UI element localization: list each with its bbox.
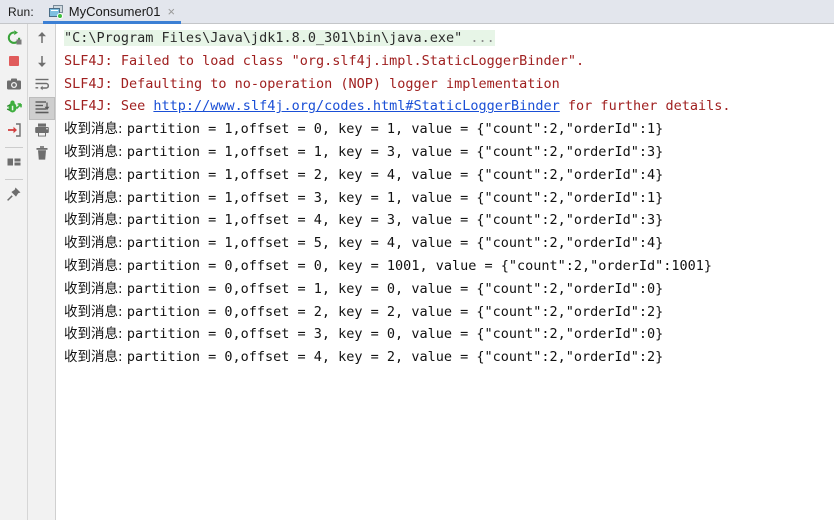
- console-message-prefix: 收到消息:: [64, 189, 127, 206]
- console-message-prefix: 收到消息:: [64, 280, 127, 297]
- console-message-body: partition = 1,offset = 2, key = 4, value…: [126, 166, 664, 183]
- export-button[interactable]: [1, 120, 27, 143]
- console-message-line: 收到消息: partition = 1,offset = 0, key = 1,…: [64, 118, 834, 141]
- console-message-body: partition = 1,offset = 4, key = 3, value…: [126, 212, 664, 229]
- console-message-body: partition = 1,offset = 1, key = 3, value…: [126, 143, 664, 160]
- console-error-line: SLF4J: Failed to load class "org.slf4j.i…: [64, 52, 585, 69]
- console-message-prefix: 收到消息:: [64, 257, 127, 274]
- console-message-prefix: 收到消息:: [64, 212, 127, 229]
- console-message-prefix: 收到消息:: [64, 166, 127, 183]
- console-message-line: 收到消息: partition = 1,offset = 2, key = 4,…: [64, 164, 834, 187]
- console-message-prefix: 收到消息:: [64, 349, 127, 366]
- console-message-line: 收到消息: partition = 1,offset = 5, key = 4,…: [64, 232, 834, 255]
- soft-wrap-button[interactable]: [29, 74, 55, 97]
- rerun-icon: [6, 30, 22, 49]
- pin-icon: [6, 186, 22, 205]
- console-message-prefix: 收到消息:: [64, 143, 127, 160]
- run-tab-bar: Run: MyConsumer01 ×: [0, 0, 834, 24]
- pin-button[interactable]: [1, 184, 27, 207]
- debug-button[interactable]: [1, 97, 27, 120]
- arrow-up-icon: [34, 30, 50, 49]
- console-message-line: 收到消息: partition = 0,offset = 2, key = 2,…: [64, 301, 834, 324]
- stop-icon: [6, 53, 22, 72]
- layout-icon: [6, 154, 22, 173]
- console-message-body: partition = 1,offset = 3, key = 1, value…: [126, 189, 664, 206]
- console-command-text: "C:\Program Files\Java\jdk1.8.0_301\bin\…: [64, 30, 471, 46]
- run-tool-window: Run: MyConsumer01 × "C:\Program Files\Ja…: [0, 0, 834, 520]
- console-message-prefix: 收到消息:: [64, 326, 127, 343]
- console-message-body: partition = 0,offset = 3, key = 0, value…: [126, 326, 664, 343]
- scroll-to-end-button[interactable]: [28, 97, 55, 120]
- console-message-body: partition = 1,offset = 5, key = 4, value…: [126, 235, 664, 252]
- console-error-line: SLF4J: Defaulting to no-operation (NOP) …: [64, 75, 560, 92]
- trash-icon: [34, 145, 50, 164]
- console-message-prefix: 收到消息:: [64, 121, 127, 138]
- import-arrow-icon: [6, 122, 22, 141]
- up-button[interactable]: [29, 28, 55, 51]
- down-button[interactable]: [29, 51, 55, 74]
- console-error-line: SLF4J: See http://www.slf4j.org/codes.ht…: [64, 95, 834, 118]
- tab-myconsumer01[interactable]: MyConsumer01 ×: [42, 0, 182, 24]
- console-message-body: partition = 0,offset = 0, key = 1001, va…: [126, 257, 713, 274]
- console-message-body: partition = 0,offset = 1, key = 0, value…: [126, 280, 664, 297]
- printer-icon: [34, 122, 50, 141]
- run-toolbar-primary: [0, 24, 28, 520]
- bug-icon: [6, 99, 22, 118]
- toolbar-separator: [4, 179, 23, 180]
- tab-title: MyConsumer01: [68, 4, 161, 19]
- console-message-prefix: 收到消息:: [64, 235, 127, 252]
- rerun-button[interactable]: [1, 28, 27, 51]
- run-toolbar-secondary: [28, 24, 56, 520]
- console-output[interactable]: "C:\Program Files\Java\jdk1.8.0_301\bin\…: [56, 24, 834, 520]
- soft-wrap-icon: [34, 76, 50, 95]
- console-message-body: partition = 0,offset = 2, key = 2, value…: [126, 303, 664, 320]
- console-error-suffix: for further details.: [559, 98, 731, 115]
- console-message-line: 收到消息: partition = 0,offset = 3, key = 0,…: [64, 323, 834, 346]
- camera-icon: [6, 76, 22, 95]
- console-command-ellipsis[interactable]: ...: [470, 30, 495, 46]
- console-message-line: 收到消息: partition = 1,offset = 3, key = 1,…: [64, 187, 834, 210]
- console-message-line: 收到消息: partition = 1,offset = 4, key = 3,…: [64, 209, 834, 232]
- console-error-prefix: SLF4J: See: [64, 98, 154, 115]
- clear-button[interactable]: [29, 143, 55, 166]
- console-message-line: 收到消息: partition = 1,offset = 1, key = 3,…: [64, 141, 834, 164]
- toolbar-separator: [4, 147, 23, 148]
- layout-button[interactable]: [1, 152, 27, 175]
- close-icon[interactable]: ×: [168, 5, 176, 19]
- scroll-to-end-icon: [34, 99, 50, 118]
- run-window-body: "C:\Program Files\Java\jdk1.8.0_301\bin\…: [0, 24, 834, 520]
- slf4j-help-link[interactable]: http://www.slf4j.org/codes.html#StaticLo…: [153, 98, 559, 114]
- stop-button[interactable]: [1, 51, 27, 74]
- console-message-prefix: 收到消息:: [64, 303, 127, 320]
- print-button[interactable]: [29, 120, 55, 143]
- console-message-line: 收到消息: partition = 0,offset = 4, key = 2,…: [64, 346, 834, 369]
- console-message-body: partition = 1,offset = 0, key = 1, value…: [126, 121, 664, 138]
- console-message-line: 收到消息: partition = 0,offset = 1, key = 0,…: [64, 278, 834, 301]
- console-message-body: partition = 0,offset = 4, key = 2, value…: [126, 349, 664, 366]
- console-line: "C:\Program Files\Java\jdk1.8.0_301\bin\…: [64, 27, 834, 50]
- console-message-line: 收到消息: partition = 0,offset = 0, key = 10…: [64, 255, 834, 278]
- screenshot-button[interactable]: [1, 74, 27, 97]
- run-configuration-icon: [48, 4, 64, 19]
- arrow-down-icon: [34, 53, 50, 72]
- run-tool-window-label: Run:: [8, 4, 34, 19]
